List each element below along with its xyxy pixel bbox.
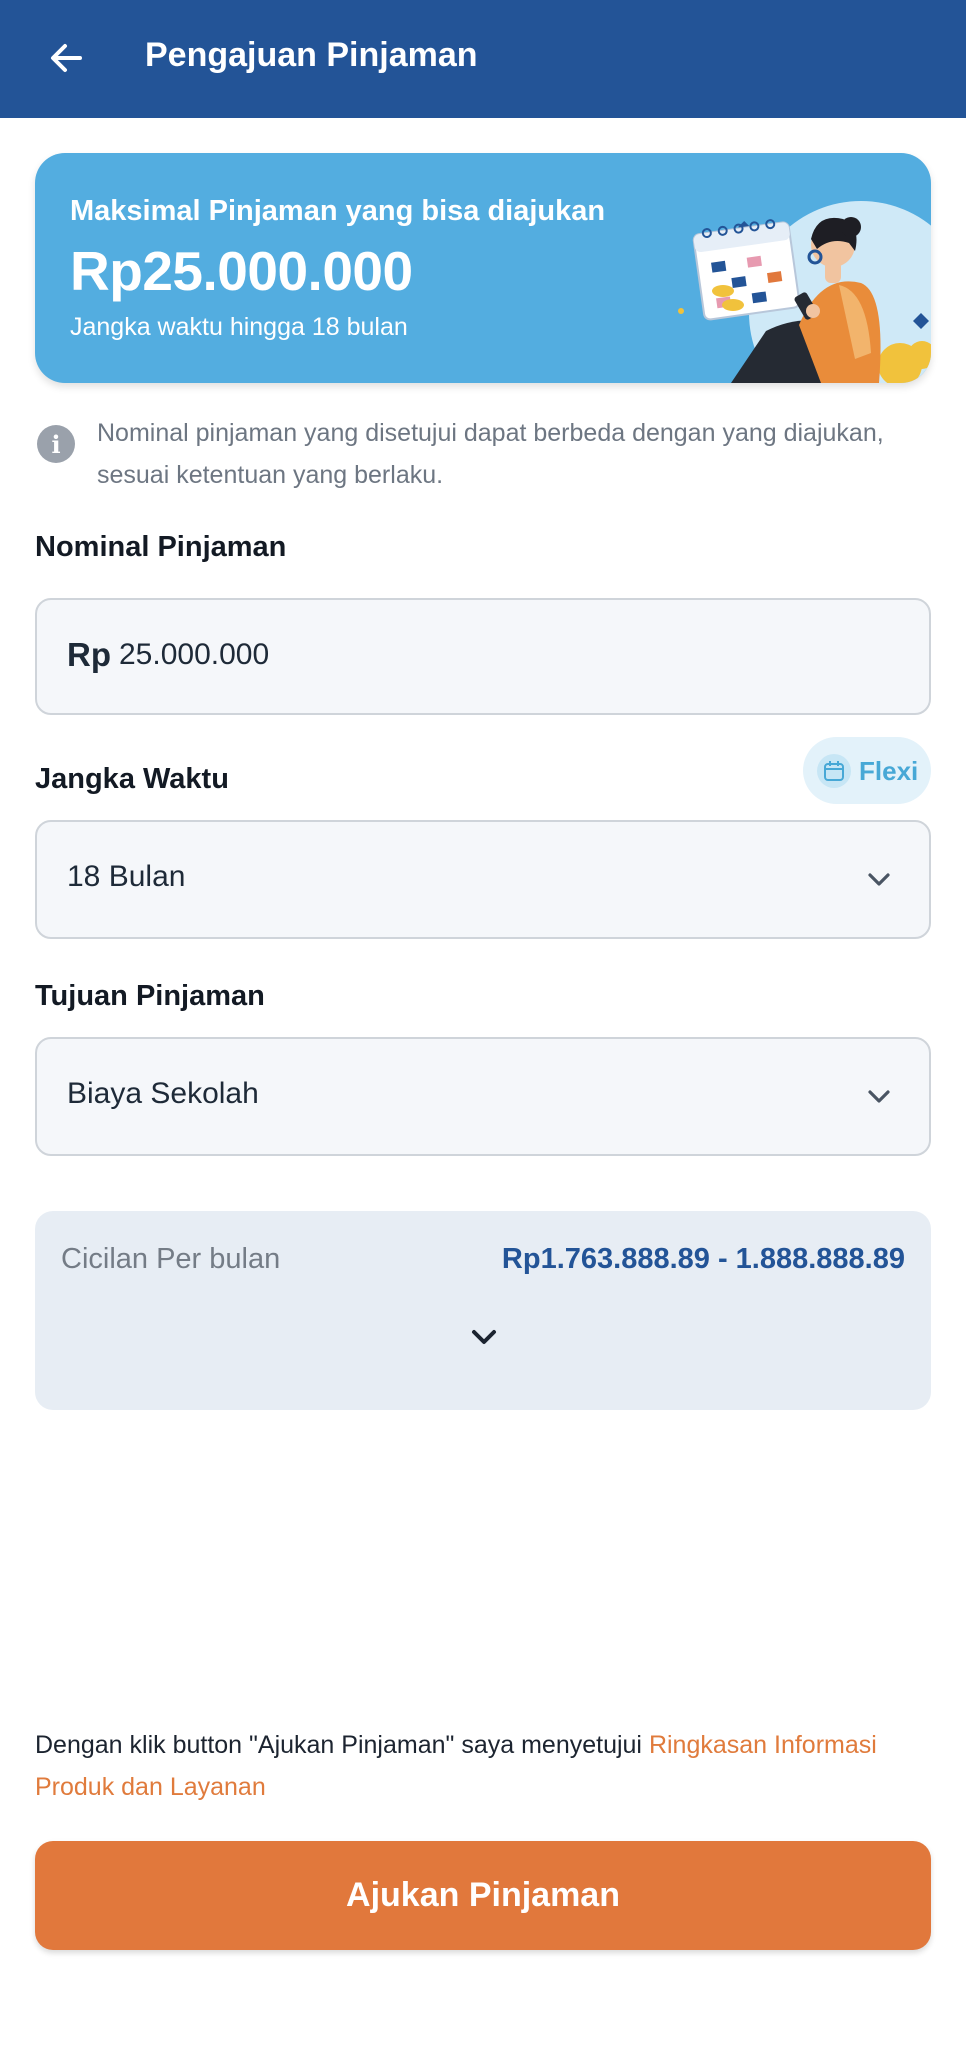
loan-amount-value[interactable]: 25.000.000 [119,638,269,672]
currency-prefix: Rp [67,636,111,673]
installment-label: Cicilan Per bulan [61,1243,281,1275]
loan-amount-input[interactable]: Rp 25.000.000 [35,598,931,715]
woman-calendar-illustration [678,201,931,383]
chevron-down-icon[interactable] [468,1321,500,1353]
max-loan-amount: Rp25.000.000 [70,240,413,302]
chevron-down-icon [868,1090,890,1103]
tenor-label: Jangka Waktu [35,763,229,795]
info-icon: i [37,425,75,463]
terms-disclaimer: Dengan klik button "Ajukan Pinjaman" say… [35,1724,915,1808]
max-tenor-text: Jangka waktu hingga 18 bulan [70,313,408,341]
flexi-badge[interactable]: Flexi [803,737,931,804]
purpose-select[interactable]: Biaya Sekolah [35,1037,931,1156]
arrow-left-icon [51,44,82,72]
disclaimer-text: Dengan klik button "Ajukan Pinjaman" say… [35,1731,649,1759]
tenor-selected-value: 18 Bulan [67,860,186,893]
max-loan-label: Maksimal Pinjaman yang bisa diajukan [70,195,606,227]
purpose-selected-value: Biaya Sekolah [67,1077,259,1110]
installment-card[interactable]: Cicilan Per bulan Rp1.763.888.89 - 1.888… [35,1211,931,1410]
max-loan-banner: Maksimal Pinjaman yang bisa diajukan Rp2… [35,153,931,383]
loan-application-screen: Pengajuan Pinjaman Maksimal Pinjaman yan… [0,0,966,2048]
loan-amount-label: Nominal Pinjaman [35,531,287,563]
chevron-down-icon [868,873,890,886]
page-title: Pengajuan Pinjaman [145,36,478,74]
app-bar: Pengajuan Pinjaman [0,0,966,118]
purpose-label: Tujuan Pinjaman [35,980,265,1012]
submit-loan-button[interactable]: Ajukan Pinjaman [35,1841,931,1950]
back-button[interactable] [34,26,98,90]
tenor-select[interactable]: 18 Bulan [35,820,931,939]
flexi-label: Flexi [859,756,919,786]
calendar-icon [817,754,851,788]
installment-value: Rp1.763.888.89 - 1.888.888.89 [501,1243,905,1275]
info-text: Nominal pinjaman yang disetujui dapat be… [97,419,884,489]
